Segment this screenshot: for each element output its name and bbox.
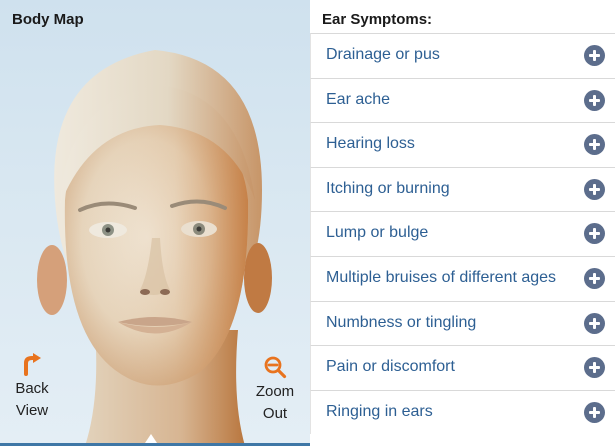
symptoms-title: Ear Symptoms:	[322, 11, 433, 28]
symptom-item-pain-or-discomfort[interactable]: Pain or discomfort	[310, 345, 615, 390]
symptom-list: Drainage or pus Ear ache Hearing loss It…	[310, 33, 615, 435]
zoom-out-button[interactable]: Zoom Out	[246, 355, 304, 425]
symptom-label: Multiple bruises of different ages	[326, 268, 557, 286]
add-plus-icon[interactable]	[584, 357, 605, 379]
symptom-label: Numbness or tingling	[326, 313, 477, 331]
add-plus-icon[interactable]	[584, 267, 605, 289]
symptom-label: Itching or burning	[326, 179, 450, 197]
symptom-item-drainage-or-pus[interactable]: Drainage or pus	[310, 33, 615, 78]
add-plus-icon[interactable]	[584, 223, 605, 245]
symptom-item-multiple-bruises[interactable]: Multiple bruises of different ages	[310, 255, 615, 301]
symptom-label: Pain or discomfort	[326, 358, 455, 376]
symptom-item-itching-or-burning[interactable]: Itching or burning	[310, 166, 615, 212]
symptom-item-ringing-in-ears[interactable]: Ringing in ears	[310, 389, 615, 435]
symptom-item-ear-ache[interactable]: Ear ache	[310, 77, 615, 123]
symptoms-panel: Ear Symptoms: Drainage or pus Ear ache H…	[310, 0, 615, 446]
back-view-label-line1: Back	[15, 380, 49, 397]
add-plus-icon[interactable]	[584, 45, 605, 66]
add-plus-icon[interactable]	[584, 134, 605, 156]
body-map-title: Body Map	[12, 11, 84, 28]
add-plus-icon[interactable]	[584, 178, 605, 200]
symptom-label: Drainage or pus	[326, 46, 440, 63]
symptom-label: Hearing loss	[326, 135, 415, 153]
add-plus-icon[interactable]	[584, 89, 605, 111]
zoom-out-icon	[264, 356, 287, 379]
back-view-button[interactable]: Back View	[6, 352, 58, 422]
zoom-out-label-line2: Out	[262, 405, 288, 422]
body-map-panel: Body Map Back View Zoom Out	[0, 0, 310, 446]
symptom-label: Ringing in ears	[326, 402, 433, 420]
back-view-label-line2: View	[15, 402, 49, 419]
add-plus-icon[interactable]	[584, 401, 605, 423]
zoom-out-label-line1: Zoom	[255, 383, 295, 400]
symptom-item-lump-or-bulge[interactable]: Lump or bulge	[310, 211, 615, 256]
rotate-back-icon	[24, 353, 41, 376]
symptom-label: Ear ache	[326, 90, 391, 108]
symptom-item-numbness-or-tingling[interactable]: Numbness or tingling	[310, 300, 615, 346]
add-plus-icon[interactable]	[584, 312, 605, 334]
symptom-item-hearing-loss[interactable]: Hearing loss	[310, 122, 615, 167]
symptom-label: Lump or bulge	[326, 224, 429, 242]
